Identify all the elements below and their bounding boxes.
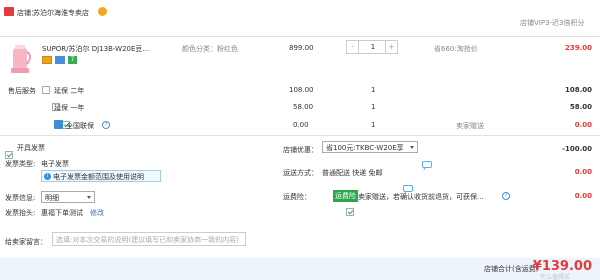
- coupon-message-icon[interactable]: [422, 160, 432, 168]
- info-icon: i: [44, 173, 51, 180]
- service-name-warranty: 全国联保: [66, 122, 94, 130]
- wangwang-chat-icon[interactable]: [98, 7, 107, 16]
- chevron-down-icon: [87, 196, 91, 199]
- insurance-amount: 0.00: [574, 192, 592, 200]
- warranty-shield-icon: [54, 120, 63, 129]
- service-price-2yr: 108.00: [289, 86, 314, 94]
- quantity-minus-button[interactable]: -: [347, 41, 359, 53]
- unit-price: 899.00: [289, 44, 314, 52]
- coupon-amount: -100.00: [562, 145, 592, 153]
- service-qty-1yr: 1: [371, 103, 376, 111]
- invoice-info-label: 发票信息:: [5, 194, 36, 202]
- service-price-1yr: 58.00: [293, 103, 314, 111]
- message-label: 给卖家留言：: [5, 238, 47, 246]
- invoice-info-select[interactable]: 明细: [41, 191, 95, 203]
- shipping-method: 普通配送 快递 免邮: [322, 169, 383, 177]
- insurance-text: 卖家赠送，若确认收货前退货，可获保...: [358, 193, 484, 201]
- shipping-message-icon[interactable]: [403, 184, 414, 192]
- save-note: 省660:淘抢价: [434, 45, 478, 53]
- service-qty-2yr: 1: [371, 86, 376, 94]
- help-question-icon[interactable]: ?: [102, 121, 110, 129]
- after-sales-section: 售后服务 延保 二年 108.00 1 108.00 延保 一年 58.00 1…: [0, 0, 600, 130]
- kettle-image: [11, 45, 31, 73]
- shop-rating: 店铺VIP3-迟3倍积分: [520, 19, 585, 27]
- service-price-warranty: 0.00: [293, 121, 309, 129]
- insurance-badge: 运费险: [333, 190, 358, 202]
- service-amount-warranty: 0.00: [574, 121, 592, 129]
- product-title-link[interactable]: SUPOR/苏泊尔 DJ13B-W20E豆...: [42, 44, 149, 54]
- insurance-checkbox[interactable]: [346, 208, 355, 216]
- invoice-type-value: 电子发票: [41, 160, 69, 168]
- service-qty-warranty: 1: [371, 121, 376, 129]
- invoice-info-value: 明细: [45, 194, 59, 202]
- shipping-amount: 0.00: [574, 168, 592, 176]
- coupon-label: 店铺优惠：: [283, 146, 318, 154]
- message-input[interactable]: 选填:对本次交易的说明(建议填写已和卖家协商一致的内容): [52, 232, 246, 246]
- invoice-title-value: 惠福下单测试: [41, 209, 83, 217]
- total-label: 店铺合计(含运费): [484, 265, 539, 273]
- invoice-edit-link[interactable]: 修改: [90, 208, 104, 218]
- coupon-value: 省100元:TKBC-W20E享: [326, 144, 404, 152]
- invoice-notice-box: i 电子发票金额范围及使用说明: [41, 170, 161, 182]
- services-label: 售后服务: [8, 87, 36, 95]
- shipping-label: 运送方式：: [283, 169, 318, 177]
- seven-day-return-icon: 7: [68, 56, 77, 64]
- product-spec: 颜色分类：粉红色: [182, 45, 238, 53]
- coupon-select[interactable]: 省100元:TKBC-W20E享: [322, 141, 418, 153]
- service-name-2yr: 延保 二年: [54, 87, 85, 95]
- watermark: 什么值得买: [540, 274, 571, 280]
- product-thumbnail[interactable]: [7, 42, 35, 76]
- help-question-icon[interactable]: ?: [502, 192, 510, 200]
- credit-card-icon: [55, 56, 65, 64]
- service-checkbox-2yr[interactable]: [42, 86, 50, 94]
- quantity-input[interactable]: 1: [359, 41, 387, 53]
- quantity-stepper[interactable]: - 1 +: [346, 40, 398, 54]
- service-note-warranty: 卖家赠送: [456, 122, 484, 130]
- insurance-label: 运费险：: [283, 193, 311, 201]
- invoice-title-label: 发票抬头:: [5, 209, 36, 217]
- quantity-plus-button[interactable]: +: [385, 41, 397, 53]
- invoice-notice-link[interactable]: 电子发票金额范围及使用说明: [53, 172, 144, 182]
- invoice-open-label: 开具发票: [17, 144, 45, 152]
- order-options-section: 店铺优惠： 省100元:TKBC-W20E享 -100.00 运送方式： 普通配…: [0, 16, 600, 216]
- product-subtotal: 239.00: [564, 44, 592, 52]
- promo-badge-icon: [42, 56, 52, 64]
- service-name-1yr: 延保 一年: [54, 104, 85, 112]
- shop-name-link[interactable]: 苏泊尔海淮专卖店: [33, 8, 89, 18]
- shop-icon: [4, 7, 14, 16]
- invoice-open-checkbox[interactable]: [5, 151, 13, 159]
- invoice-type-label: 发票类型:: [5, 160, 36, 168]
- chevron-down-icon: [410, 146, 414, 149]
- service-amount-2yr: 108.00: [564, 86, 592, 94]
- service-amount-1yr: 58.00: [569, 103, 592, 111]
- invoice-section: 开具发票 发票类型: 电子发票 i 电子发票金额范围及使用说明 发票信息: 明细…: [0, 8, 600, 217]
